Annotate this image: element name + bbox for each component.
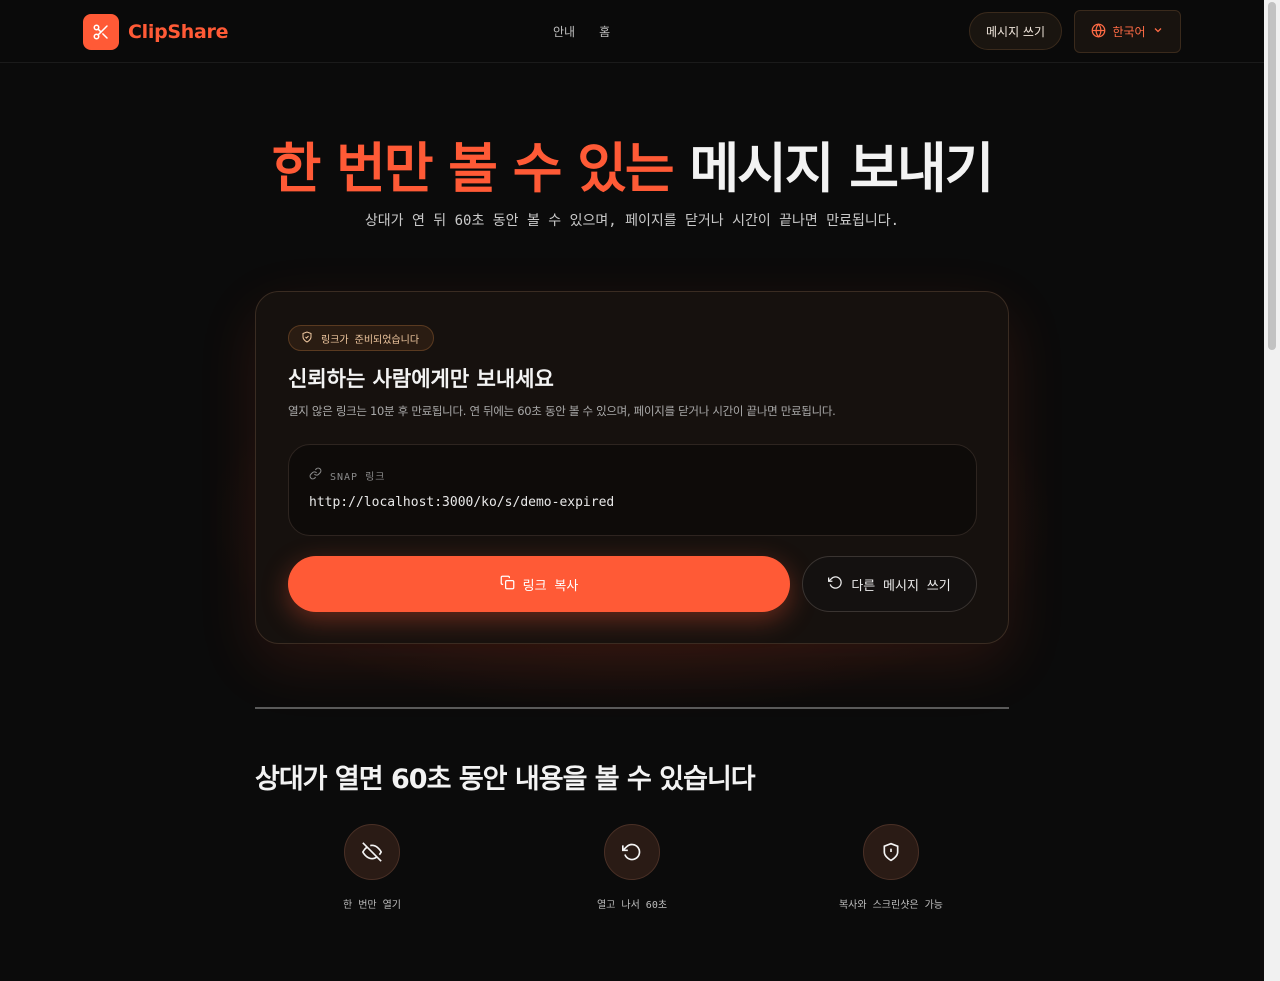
card-title: 신뢰하는 사람에게만 보내세요 [288,367,554,391]
rotate-ccw-icon [604,824,660,880]
section-divider [255,707,1009,709]
feature-label: 한 번만 열기 [342,900,402,911]
shield-alert-icon [863,824,919,880]
nav-item-guide[interactable]: 안내 [553,23,575,40]
rotate-ccw-icon [828,575,843,594]
chevron-down-icon [1152,24,1164,39]
status-badge: 링크가 준비되었습니다 [288,325,435,351]
scrollbar[interactable] [1264,0,1280,981]
write-message-button[interactable]: 메시지 쓰기 [969,12,1062,50]
feature-copy-screenshot: 복사와 스크린샷은 가능 [801,824,981,911]
card-description: 열지 않은 링크는 10분 후 만료됩니다. 연 뒤에는 60초 동안 볼 수 … [288,404,836,418]
copy-link-button[interactable]: 링크 복사 [288,556,790,612]
scrollbar-thumb[interactable] [1268,2,1276,350]
title-plain: 메시지 보내기 [689,137,994,200]
snap-link-field[interactable]: SNAP 링크 http://localhost:3000/ko/s/demo-… [288,444,977,536]
top-navigation-bar: ClipShare 안내 홈 메시지 쓰기 한국어 [0,0,1264,63]
link-ready-card: 링크가 준비되었습니다 신뢰하는 사람에게만 보내세요 열지 않은 링크는 10… [255,291,1009,644]
link-icon [309,467,322,483]
shield-check-icon [301,330,313,346]
main-nav: 안내 홈 [553,23,610,40]
write-message-label: 메시지 쓰기 [985,24,1045,39]
feature-label: 열고 나서 60초 [596,900,668,911]
link-url[interactable]: http://localhost:3000/ko/s/demo-expired [309,495,614,510]
nav-item-home[interactable]: 홈 [599,23,610,40]
brand-name: ClipShare [128,21,229,43]
feature-sixty-seconds: 열고 나서 60초 [542,824,722,911]
scissors-icon [83,14,119,50]
copy-icon [500,575,515,594]
language-label: 한국어 [1112,25,1146,39]
new-message-button[interactable]: 다른 메시지 쓰기 [802,556,977,612]
new-message-label: 다른 메시지 쓰기 [851,578,951,594]
language-selector[interactable]: 한국어 [1074,10,1181,53]
feature-label: 복사와 스크린샷은 가능 [838,900,944,911]
link-label-text: SNAP 링크 [330,471,386,483]
section-title: 상대가 열면 60초 동안 내용을 볼 수 있습니다 [255,764,756,795]
copy-link-label: 링크 복사 [522,578,579,594]
title-accent: 한 번만 볼 수 있는 [271,137,675,200]
globe-icon [1091,22,1106,41]
page-title: 한 번만 볼 수 있는 메시지 보내기 [0,124,1264,203]
link-label: SNAP 링크 [309,467,386,483]
page-subtitle: 상대가 연 뒤 60초 동안 볼 수 있으며, 페이지를 닫거나 시간이 끝나면… [364,213,900,229]
feature-open-once: 한 번만 열기 [282,824,462,911]
status-badge-label: 링크가 준비되었습니다 [321,334,420,346]
brand-logo[interactable]: ClipShare [83,14,228,50]
eye-off-icon [344,824,400,880]
